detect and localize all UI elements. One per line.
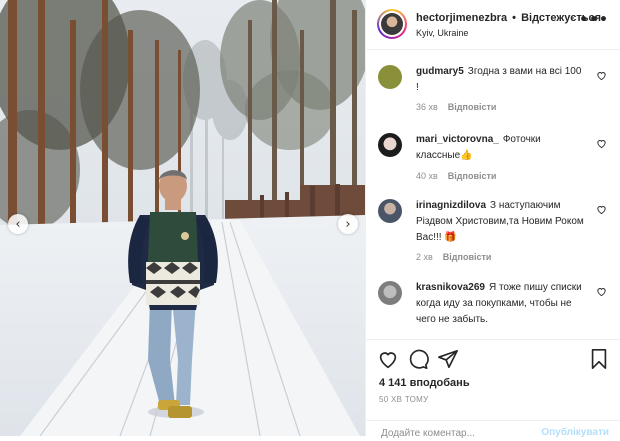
commenter-username[interactable]: krasnikova269 [416, 282, 485, 293]
comment-input[interactable] [379, 427, 533, 440]
comment-time: 36 хв [416, 102, 438, 112]
comment-time: 2 хв [416, 252, 433, 262]
add-comment-bar: Опублікувати [366, 420, 620, 441]
comment-icon[interactable] [407, 348, 429, 370]
comment-text-block: gudmary5 Згодна з вами на всі 100 ! [416, 64, 584, 96]
comment-like-icon[interactable] [596, 70, 607, 81]
comment-meta: 40 хв Відповісти [416, 171, 496, 181]
share-icon[interactable] [437, 348, 459, 370]
post-photo[interactable]: ‹ › [0, 0, 365, 436]
next-photo-button[interactable]: › [338, 214, 358, 234]
comment-like-icon[interactable] [596, 204, 607, 215]
comment-time: 40 хв [416, 171, 438, 181]
instagram-post: ‹ › hectorjimenezbra • Відстежується Kyi… [0, 0, 620, 440]
previous-photo-button[interactable]: ‹ [8, 214, 28, 234]
chevron-right-icon: › [345, 216, 351, 232]
post-location[interactable]: Kyiv, Ukraine [416, 28, 468, 38]
comment-like-icon[interactable] [596, 286, 607, 297]
author-username[interactable]: hectorjimenezbra [416, 12, 507, 24]
reply-button[interactable]: Відповісти [448, 171, 497, 181]
commenter-avatar[interactable] [378, 133, 402, 157]
author-line: hectorjimenezbra • Відстежується [416, 12, 601, 24]
chevron-left-icon: ‹ [15, 216, 21, 232]
post-actions: 4 141 вподобань 50 ХВ ТОМУ Опублікувати [366, 339, 620, 440]
post-side-panel: hectorjimenezbra • Відстежується Kyiv, U… [365, 0, 620, 440]
post-header: hectorjimenezbra • Відстежується Kyiv, U… [366, 0, 620, 50]
comment-meta: 36 хв Відповісти [416, 102, 496, 112]
publish-button[interactable]: Опублікувати [541, 427, 609, 438]
likes-count[interactable]: 4 141 вподобань [379, 377, 470, 389]
comment-like-icon[interactable] [596, 138, 607, 149]
author-avatar[interactable] [377, 9, 407, 39]
comment-meta: 2 хв Відповісти [416, 252, 491, 262]
commenter-username[interactable]: irinagnizdilova [416, 200, 486, 211]
comments-list[interactable]: gudmary5 Згодна з вами на всі 100 ! 36 хв… [366, 50, 620, 338]
reply-button[interactable]: Відповісти [448, 102, 497, 112]
reply-button[interactable]: Відповісти [443, 252, 492, 262]
commenter-avatar[interactable] [378, 199, 402, 223]
commenter-avatar[interactable] [378, 281, 402, 305]
comment-text-block: mari_victorovna_ Фоточки классные👍 [416, 132, 584, 164]
bookmark-icon[interactable] [588, 348, 610, 370]
heart-icon[interactable] [377, 348, 399, 370]
post-timestamp[interactable]: 50 ХВ ТОМУ [379, 395, 429, 404]
comment-text-block: irinagnizdilova З наступаючим Різдвом Хри… [416, 198, 584, 246]
separator-dot: • [512, 12, 517, 24]
comment-text-block: krasnikova269 Я тоже пишу списки когда ид… [416, 280, 584, 328]
more-options-icon[interactable]: ••• [579, 12, 609, 28]
snowy-forest-photo [0, 0, 365, 436]
commenter-username[interactable]: gudmary5 [416, 66, 464, 77]
commenter-username[interactable]: mari_victorovna_ [416, 134, 499, 145]
commenter-avatar[interactable] [378, 65, 402, 89]
